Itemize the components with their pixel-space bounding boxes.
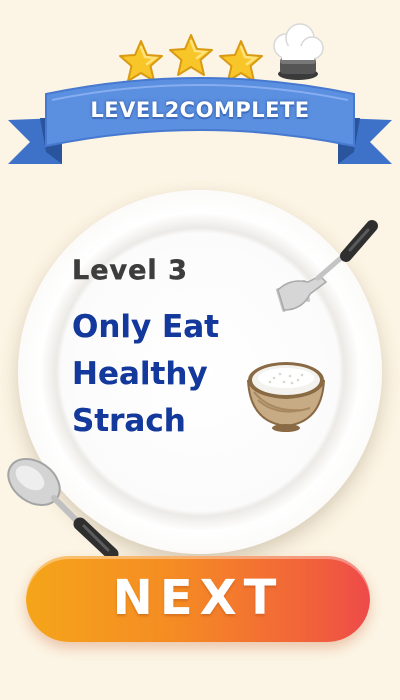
fork-icon bbox=[268, 212, 388, 322]
rice-bowl-icon bbox=[240, 352, 328, 434]
next-button-label: NEXT bbox=[112, 570, 284, 626]
level-number: Level 3 bbox=[72, 255, 188, 287]
task-line: Only Eat bbox=[72, 309, 219, 345]
level-complete-title: LEVEL2COMPLETE bbox=[90, 98, 310, 122]
next-button[interactable]: NEXT bbox=[26, 556, 370, 642]
spoon-icon bbox=[0, 454, 126, 566]
